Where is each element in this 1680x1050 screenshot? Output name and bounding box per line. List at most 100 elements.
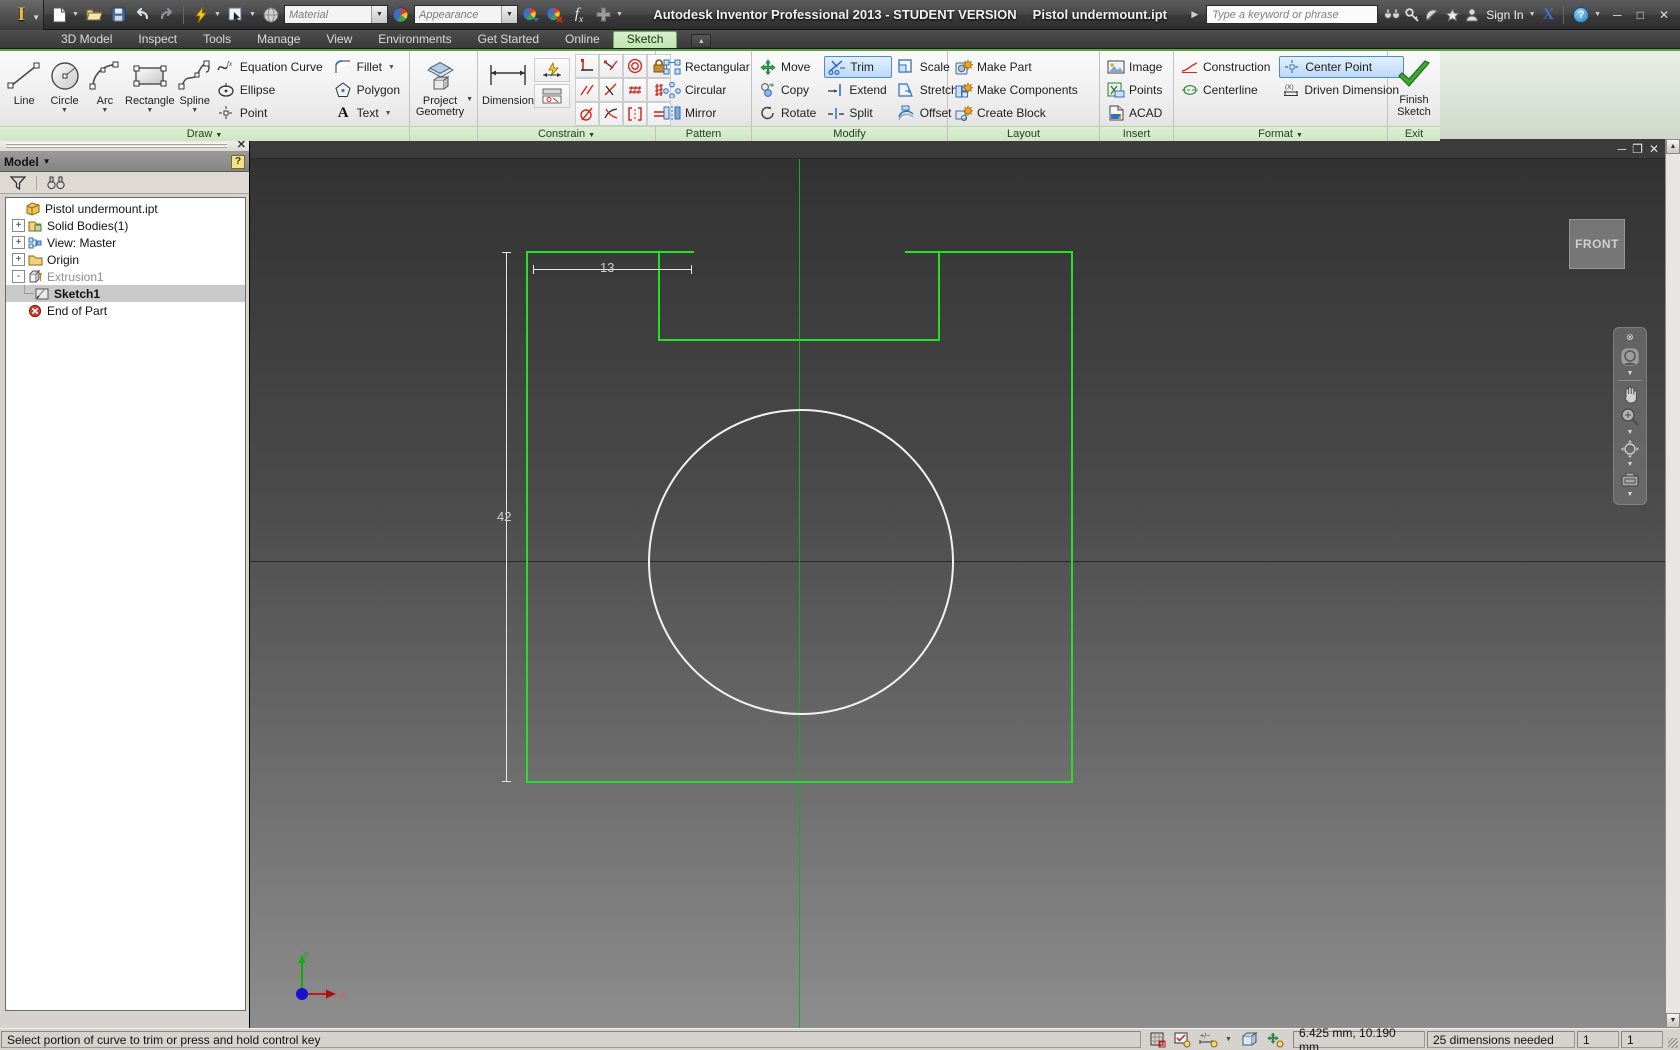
viewport-scrollbar[interactable]: ▲ ▼ [1665, 139, 1680, 1028]
collinear-constraint-icon[interactable] [574, 78, 599, 102]
find-binoculars-icon[interactable] [47, 176, 65, 190]
panel-format-title[interactable]: Format ▼ [1174, 126, 1387, 141]
close-icon[interactable]: ✕ [237, 140, 246, 151]
polygon-button[interactable]: Polygon [332, 79, 405, 101]
scroll-up-button[interactable]: ▲ [1666, 139, 1680, 154]
steering-wheel-icon[interactable] [1619, 346, 1641, 368]
minimize-ribbon-button[interactable]: ▲ [691, 34, 712, 48]
fx-icon[interactable]: fx [568, 4, 590, 26]
satellite-dish-icon[interactable] [1425, 8, 1440, 22]
chevron-down-icon[interactable]: ▼ [72, 11, 81, 18]
undo-arrow-icon[interactable] [131, 4, 153, 26]
new-file-icon[interactable] [48, 4, 70, 26]
center-point-button[interactable]: Center Point [1279, 56, 1405, 78]
sketch-canvas[interactable]: 13 42 FRONT ⊗ ▼ ▼ ▼ ▼ Y X [250, 159, 1665, 1028]
document-chevron-icon[interactable]: ▶ [1191, 9, 1198, 20]
move-button[interactable]: Move [756, 56, 821, 78]
rectangular-pattern-button[interactable]: Rectangular [660, 56, 755, 78]
expand-toggle[interactable]: + [12, 236, 25, 249]
make-part-button[interactable]: Make Part [952, 56, 1083, 78]
user-account-icon[interactable] [1465, 8, 1479, 22]
finish-sketch-button[interactable]: Finish Sketch [1392, 54, 1436, 118]
sketch-edge-notch-left[interactable] [658, 251, 660, 341]
show-constraints-icon[interactable] [533, 84, 570, 108]
collapse-toggle[interactable]: - [12, 270, 25, 283]
arc-tool-button[interactable]: Arc ▼ [85, 54, 125, 114]
tab-inspect[interactable]: Inspect [125, 31, 190, 48]
split-button[interactable]: Split [824, 102, 891, 124]
create-block-button[interactable]: Create Block [952, 102, 1083, 124]
constraint-display-icon[interactable] [1174, 1032, 1191, 1048]
driven-dimension-button[interactable]: (X) Driven Dimension [1279, 79, 1404, 101]
tree-item-part-file[interactable]: Pistol undermount.ipt [6, 200, 245, 217]
symmetric-constraint-icon[interactable] [598, 102, 623, 126]
sketch-edge-right[interactable] [1071, 251, 1073, 783]
close-navbar-icon[interactable]: ⊗ [1626, 332, 1634, 343]
project-geometry-button[interactable]: Project Geometry [414, 54, 466, 118]
chevron-down-icon[interactable]: ▼ [466, 96, 473, 103]
lightning-bolt-icon[interactable] [190, 4, 212, 26]
chevron-down-icon[interactable] [439, 57, 441, 64]
resize-grip[interactable] [1664, 1029, 1680, 1050]
panel-constrain-title[interactable]: Constrain ▼ [478, 126, 655, 141]
close-button[interactable]: ✕ [1654, 8, 1674, 22]
tree-item-origin[interactable]: + Origin [6, 251, 245, 268]
circle-tool-button[interactable]: Circle ▼ [44, 54, 84, 114]
material-selector[interactable]: Material ▼ [284, 5, 388, 24]
sphere-icon[interactable] [260, 4, 282, 26]
favorites-star-icon[interactable] [1445, 7, 1461, 22]
chevron-down-icon[interactable]: ▼ [1627, 461, 1634, 468]
plus-icon[interactable] [592, 4, 614, 26]
chevron-down-icon[interactable]: ▼ [371, 6, 387, 23]
horizontal-constraint-icon[interactable] [622, 78, 647, 102]
chevron-down-icon[interactable]: ▼ [249, 11, 258, 18]
sketch-edge-notch-bottom[interactable] [658, 339, 940, 341]
search-input[interactable]: Type a keyword or phrase [1206, 5, 1379, 24]
chevron-down-icon[interactable]: ▼ [146, 107, 153, 114]
pan-hand-icon[interactable] [1620, 384, 1640, 404]
sketch-edge-top-left[interactable] [526, 251, 694, 253]
rectangle-tool-button[interactable]: Rectangle ▼ [125, 54, 175, 114]
degrees-of-freedom-icon[interactable] [1266, 1031, 1284, 1048]
chevron-down-icon[interactable]: ▼ [1225, 1036, 1234, 1043]
tangent-constraint-icon[interactable] [598, 78, 623, 102]
dimension-display-icon[interactable]: +/− [1198, 1032, 1218, 1048]
trim-button[interactable]: Trim [824, 56, 892, 78]
text-button[interactable]: A Text ▼ [332, 102, 405, 124]
rotate-button[interactable]: Rotate [756, 102, 821, 124]
tree-item-extrusion1[interactable]: - Extrusion1 [6, 268, 245, 285]
make-components-button[interactable]: Make Components [952, 79, 1083, 101]
chevron-down-icon[interactable]: ▼ [1627, 429, 1634, 436]
view-cube[interactable]: FRONT [1569, 219, 1625, 269]
chevron-down-icon[interactable]: ▼ [214, 11, 223, 18]
copy-button[interactable]: Copy [756, 79, 821, 101]
save-disk-icon[interactable] [107, 4, 129, 26]
scroll-track[interactable] [1666, 154, 1680, 1013]
appearance-selector[interactable]: Appearance ▼ [414, 5, 518, 24]
redo-arrow-icon[interactable] [155, 4, 177, 26]
orbit-icon[interactable] [1620, 439, 1640, 459]
chevron-down-icon[interactable]: ▼ [1296, 132, 1303, 139]
chevron-down-icon[interactable]: ▼ [61, 107, 68, 114]
key-icon[interactable] [1405, 7, 1420, 22]
centerline-button[interactable]: Centerline [1178, 79, 1275, 101]
chevron-down-icon[interactable]: ▼ [191, 107, 198, 114]
chevron-down-icon[interactable]: ▼ [385, 110, 392, 117]
expand-toggle[interactable]: + [12, 253, 25, 266]
maximize-button[interactable]: □ [1632, 8, 1649, 22]
concentric-constraint-icon[interactable] [622, 54, 647, 78]
tree-item-view-master[interactable]: + View: Master [6, 234, 245, 251]
image-button[interactable]: Image [1104, 56, 1167, 78]
parallel-constraint-icon[interactable] [598, 54, 623, 78]
slice-graphics-icon[interactable] [1241, 1031, 1259, 1048]
canvas-minimize-button[interactable]: ─ [1618, 143, 1627, 155]
tab-environments[interactable]: Environments [365, 31, 464, 48]
color-wheel-down-icon[interactable] [520, 4, 542, 26]
color-wheel-x-icon[interactable] [544, 4, 566, 26]
tab-3d-model[interactable]: 3D Model [48, 31, 125, 48]
chevron-down-icon[interactable]: ▼ [616, 11, 625, 18]
construction-button[interactable]: Construction [1178, 56, 1275, 78]
smooth-constraint-icon[interactable] [574, 102, 599, 126]
auto-dimension-icon[interactable] [533, 58, 570, 82]
chevron-down-icon[interactable]: ▼ [215, 132, 222, 139]
